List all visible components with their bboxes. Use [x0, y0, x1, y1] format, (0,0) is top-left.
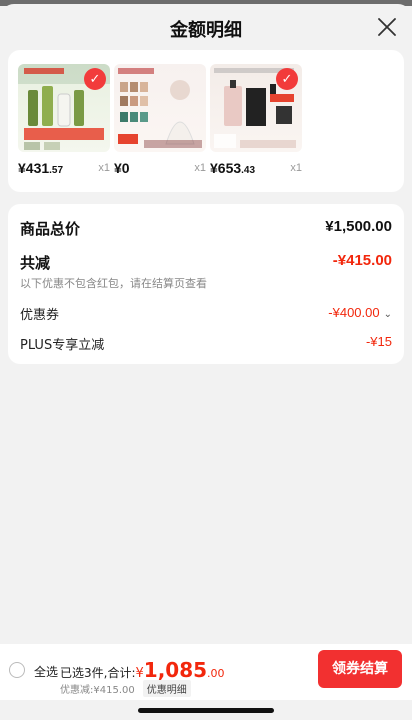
- coupon-value-wrap[interactable]: -¥400.00 ⌄: [328, 304, 392, 322]
- reduction-note: 以下优惠不包含红包，请在结算页查看: [20, 274, 392, 290]
- sheet-header: 金额明细: [0, 4, 412, 50]
- selected-check-icon: ✓: [276, 68, 298, 90]
- total-amount: ¥1,085.00: [135, 658, 225, 682]
- checkout-button[interactable]: 领券结算: [318, 650, 402, 688]
- total-price-label: 商品总价: [20, 220, 81, 238]
- close-icon[interactable]: [376, 16, 398, 38]
- discount-text: 优惠减:¥415.00: [60, 685, 135, 696]
- discount-detail-button[interactable]: 优惠明细: [142, 680, 191, 697]
- amount-detail-sheet: 金额明细 ✓ ¥431.57 x1 ¥0 x1 ✓ ¥653.43 x1 商品总…: [0, 4, 412, 720]
- selected-check-icon: ✓: [84, 68, 106, 90]
- selected-count-text: 已选3件,合计:: [60, 666, 136, 680]
- total-reduction-value: -¥415.00: [332, 252, 392, 269]
- plus-discount-row: PLUS专享立减 -¥15: [20, 334, 392, 353]
- coupon-row[interactable]: 优惠券 -¥400.00 ⌄: [20, 304, 392, 323]
- product-item[interactable]: ✓ ¥431.57 x1: [18, 64, 110, 178]
- product-image: [114, 64, 206, 152]
- chevron-down-icon[interactable]: ⌄: [384, 309, 392, 320]
- product-quantity: x1: [290, 162, 302, 174]
- product-quantity: x1: [194, 162, 206, 174]
- products-card: ✓ ¥431.57 x1 ¥0 x1 ✓ ¥653.43 x1: [8, 50, 404, 192]
- total-reduction-label: 共减: [20, 254, 51, 272]
- product-image: ✓: [18, 64, 110, 152]
- home-indicator: [138, 708, 274, 713]
- sheet-title: 金额明细: [170, 20, 242, 41]
- checkout-bar: 全选 已选3件,合计:¥1,085.00 优惠减:¥415.00 优惠明细 领券结…: [0, 644, 412, 700]
- coupon-value: -¥400.00: [328, 305, 380, 320]
- total-price-row: 商品总价 ¥1,500.00: [20, 218, 392, 240]
- discount-summary: 优惠减:¥415.00 优惠明细: [60, 680, 191, 697]
- total-reduction-row: 共减 -¥415.00: [20, 252, 392, 274]
- plus-discount-label: PLUS专享立减: [20, 338, 105, 353]
- select-all-radio[interactable]: [9, 662, 25, 678]
- product-item[interactable]: ¥0 x1: [114, 64, 206, 178]
- select-all-label[interactable]: 全选: [34, 663, 58, 680]
- product-price: ¥431.57: [18, 160, 64, 176]
- coupon-label: 优惠券: [20, 308, 60, 323]
- total-price-value: ¥1,500.00: [325, 218, 392, 235]
- product-image: ✓: [210, 64, 302, 152]
- plus-discount-value: -¥15: [365, 334, 392, 349]
- product-quantity: x1: [98, 162, 110, 174]
- product-price: ¥0: [114, 160, 130, 176]
- price-summary-card: 商品总价 ¥1,500.00 共减 -¥415.00 以下优惠不包含红包，请在结…: [8, 204, 404, 364]
- selected-summary: 已选3件,合计:¥1,085.00: [60, 658, 225, 682]
- product-item[interactable]: ✓ ¥653.43 x1: [210, 64, 302, 178]
- product-price: ¥653.43: [210, 160, 256, 176]
- reduction-note-text: 以下优惠不包含红包，请在结算页查看: [20, 277, 207, 290]
